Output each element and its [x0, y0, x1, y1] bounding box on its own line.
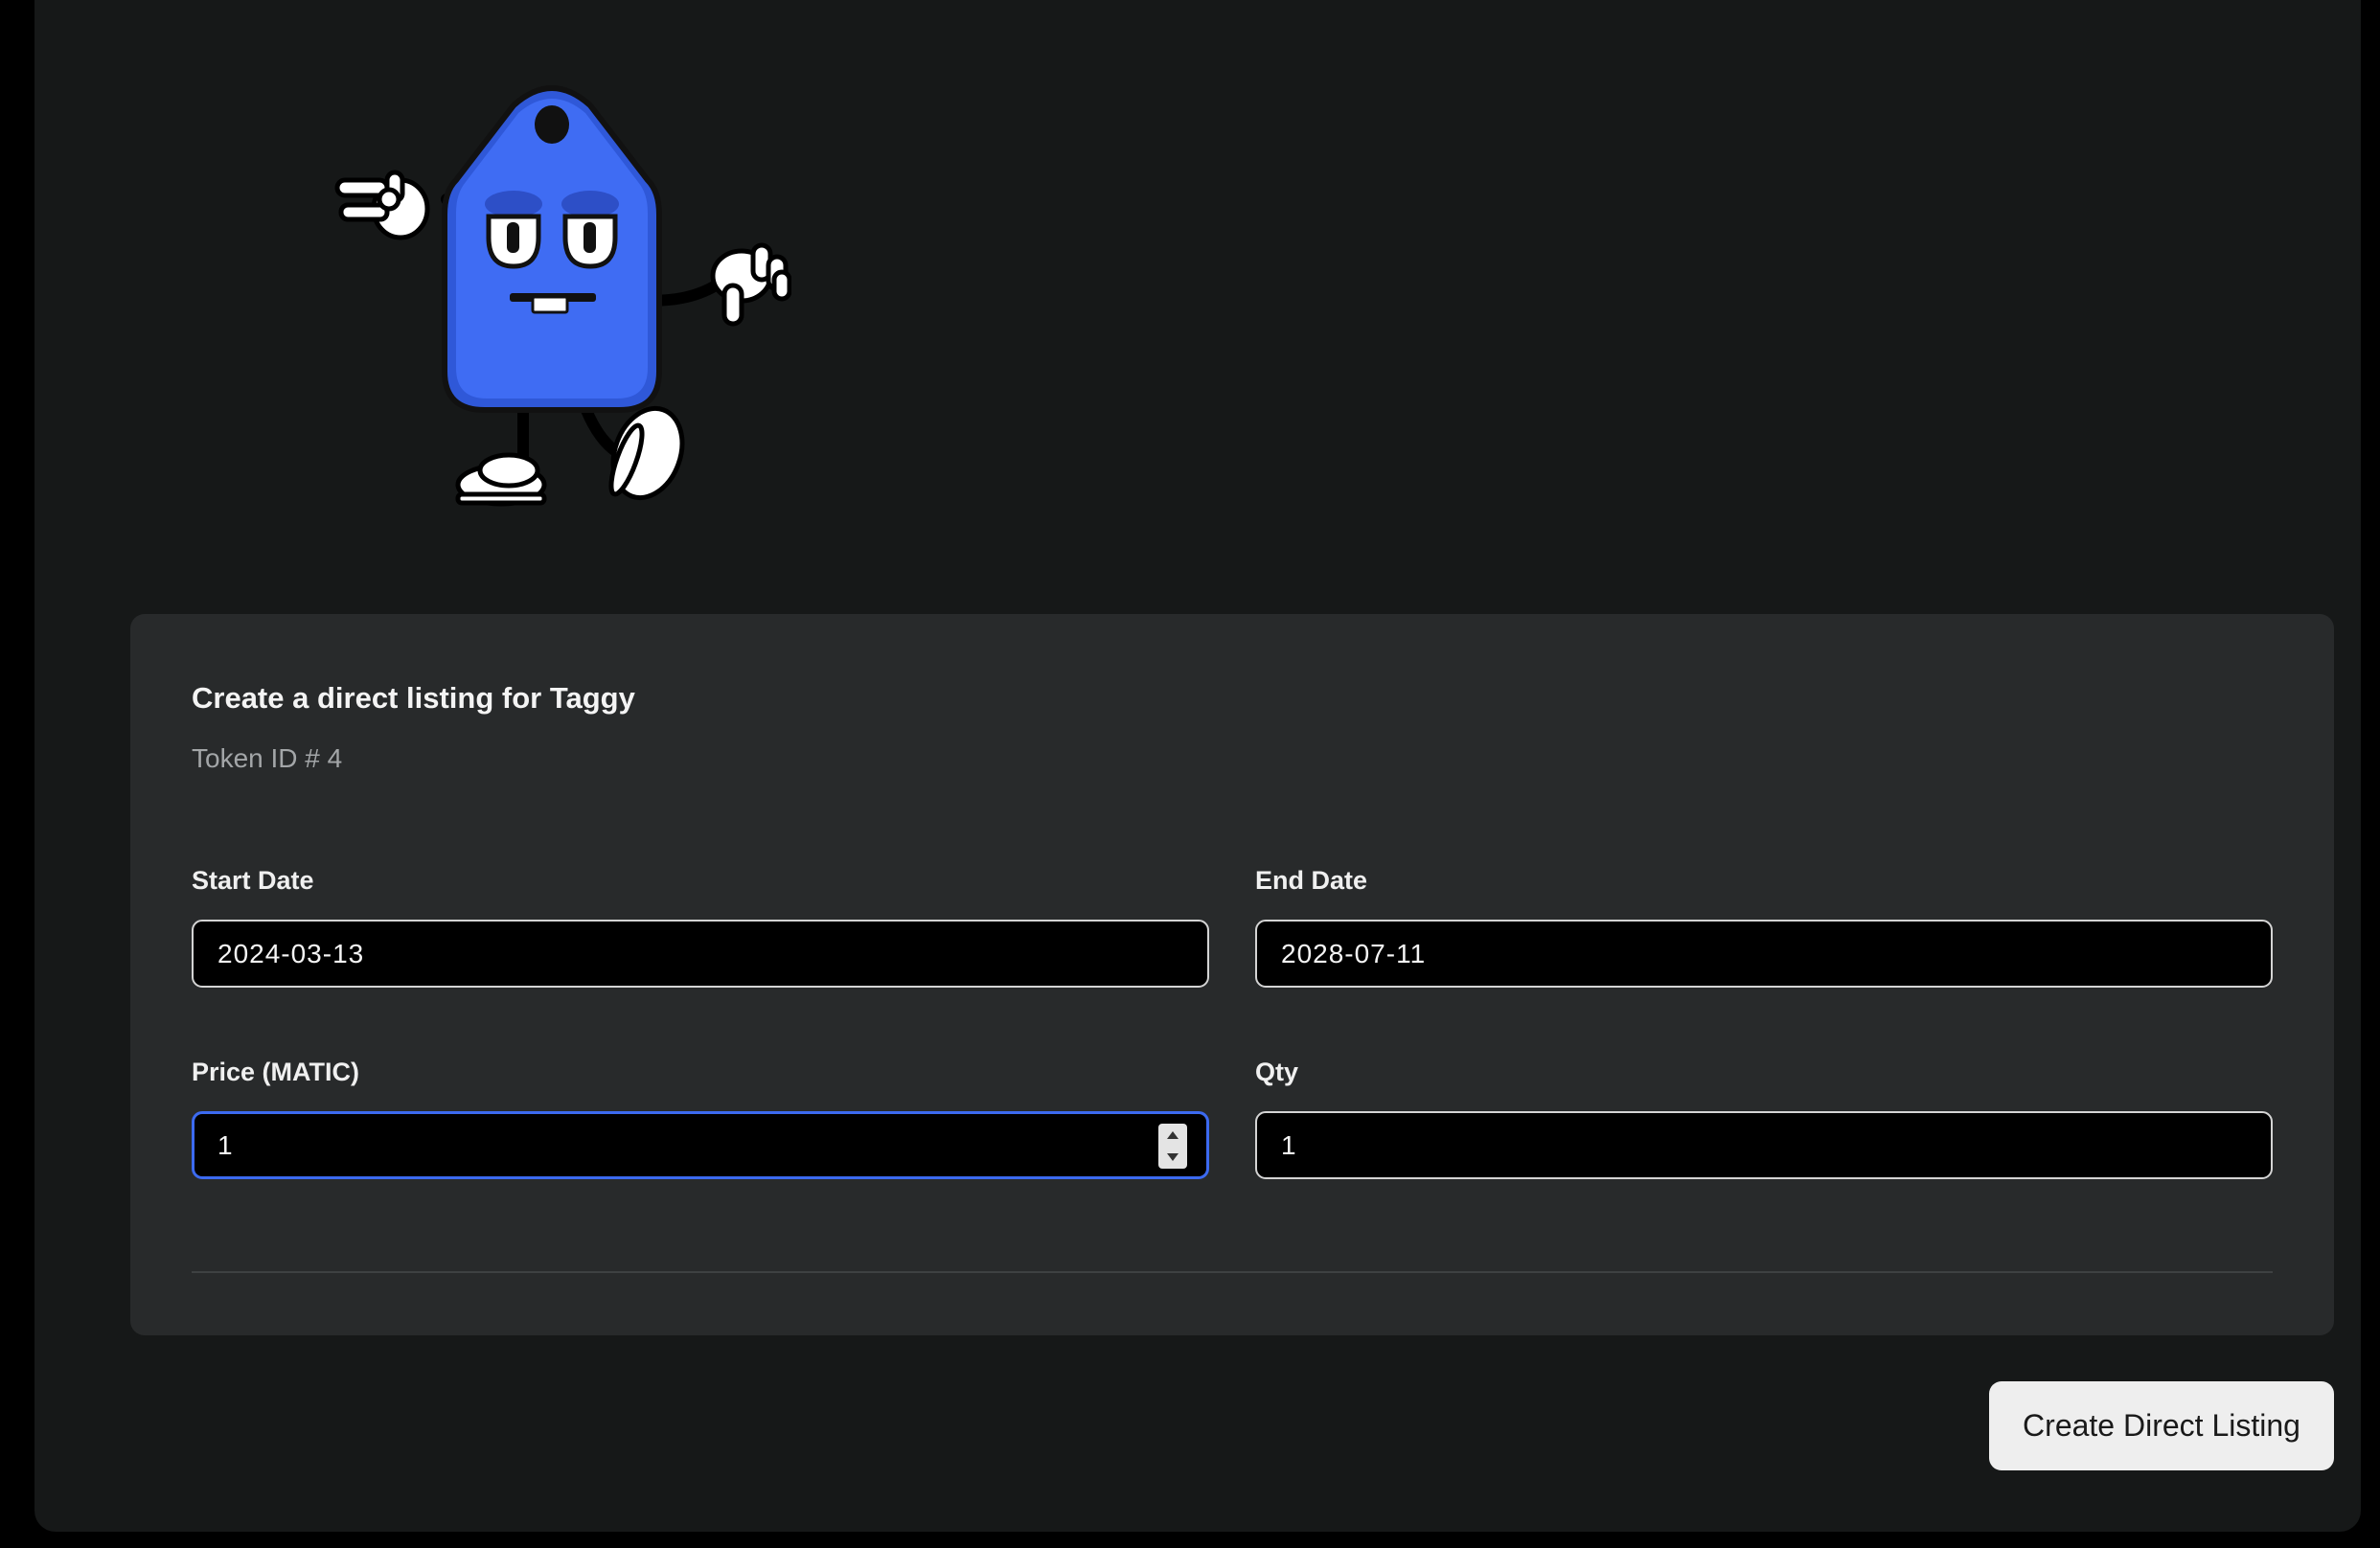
end-date-label: End Date — [1255, 866, 1368, 895]
listing-panel: Create a direct listing for Taggy Token … — [34, 0, 2361, 1532]
end-date-value: 2028-07-11 — [1281, 938, 1427, 968]
start-date-label: Start Date — [192, 866, 314, 895]
qty-value: 1 — [1281, 1129, 1297, 1160]
end-date-input[interactable]: 2028-07-11 — [1255, 920, 2273, 988]
form-title: Create a direct listing for Taggy — [192, 681, 635, 715]
token-id-label: Token ID # 4 — [192, 743, 343, 773]
form-divider — [192, 1271, 2273, 1273]
qty-label: Qty — [1255, 1058, 1299, 1086]
price-value: 1 — [217, 1129, 234, 1160]
nft-image-taggy — [332, 84, 791, 525]
start-date-value: 2024-03-13 — [217, 938, 365, 968]
price-stepper[interactable] — [1158, 1124, 1187, 1169]
stepper-down-icon[interactable] — [1167, 1153, 1179, 1162]
stepper-up-icon[interactable] — [1167, 1130, 1179, 1139]
create-direct-listing-button[interactable]: Create Direct Listing — [1989, 1381, 2334, 1470]
price-input[interactable]: 1 — [192, 1111, 1209, 1179]
qty-input[interactable]: 1 — [1255, 1111, 2273, 1179]
listing-form-card: Create a direct listing for Taggy Token … — [130, 614, 2334, 1335]
start-date-input[interactable]: 2024-03-13 — [192, 920, 1209, 988]
price-label: Price (MATIC) — [192, 1058, 360, 1086]
